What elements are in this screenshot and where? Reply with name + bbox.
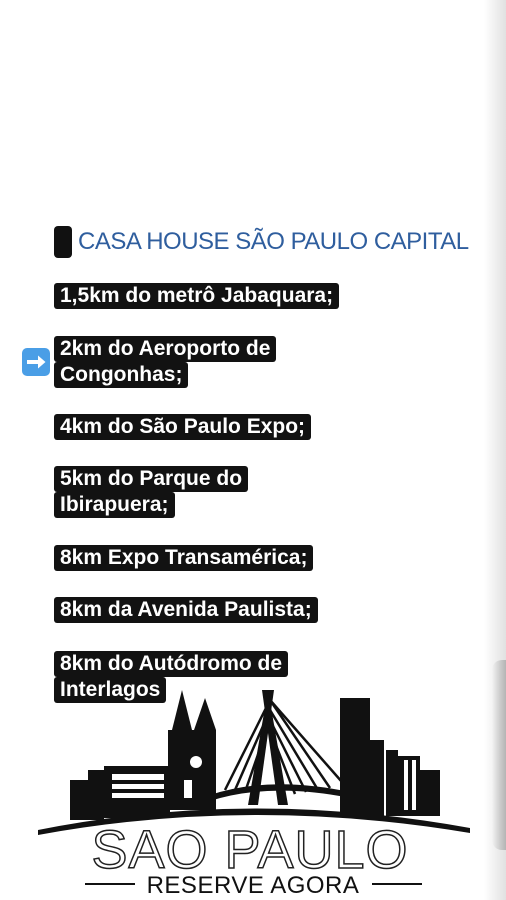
list-item: 5km do Parque do Ibirapuera; bbox=[54, 466, 249, 518]
page-title: CASA HOUSE SÃO PAULO CAPITAL bbox=[78, 228, 469, 255]
list-item-text: 2km do Aeroporto de bbox=[54, 336, 277, 362]
reserve-cta-text: RESERVE AGORA bbox=[146, 872, 360, 899]
list-item: 4km do São Paulo Expo; bbox=[54, 414, 312, 440]
sao-paulo-skyline-logo: SAO PAULO bbox=[38, 690, 470, 885]
logo-city-text: SAO PAULO bbox=[91, 820, 408, 880]
list-item-text: 8km da Avenida Paulista; bbox=[54, 597, 318, 623]
list-item-text: 4km do São Paulo Expo; bbox=[54, 414, 312, 440]
list-item-text-line2: Ibirapuera; bbox=[54, 492, 175, 518]
list-item-text-line2: Congonhas; bbox=[54, 362, 189, 388]
list-item: 8km Expo Transamérica; bbox=[54, 545, 314, 571]
list-item: 8km da Avenida Paulista; bbox=[54, 597, 318, 623]
list-item-text: 5km do Parque do bbox=[54, 466, 249, 492]
black-square-icon bbox=[54, 226, 72, 258]
list-item: 2km do Aeroporto de Congonhas; bbox=[54, 336, 277, 388]
list-item-text: 1,5km do metrô Jabaquara; bbox=[54, 283, 340, 309]
header: CASA HOUSE SÃO PAULO CAPITAL bbox=[54, 225, 469, 259]
list-item: 1,5km do metrô Jabaquara; bbox=[54, 283, 340, 309]
list-item-text: 8km Expo Transamérica; bbox=[54, 545, 314, 571]
right-arrow-icon bbox=[22, 348, 50, 376]
